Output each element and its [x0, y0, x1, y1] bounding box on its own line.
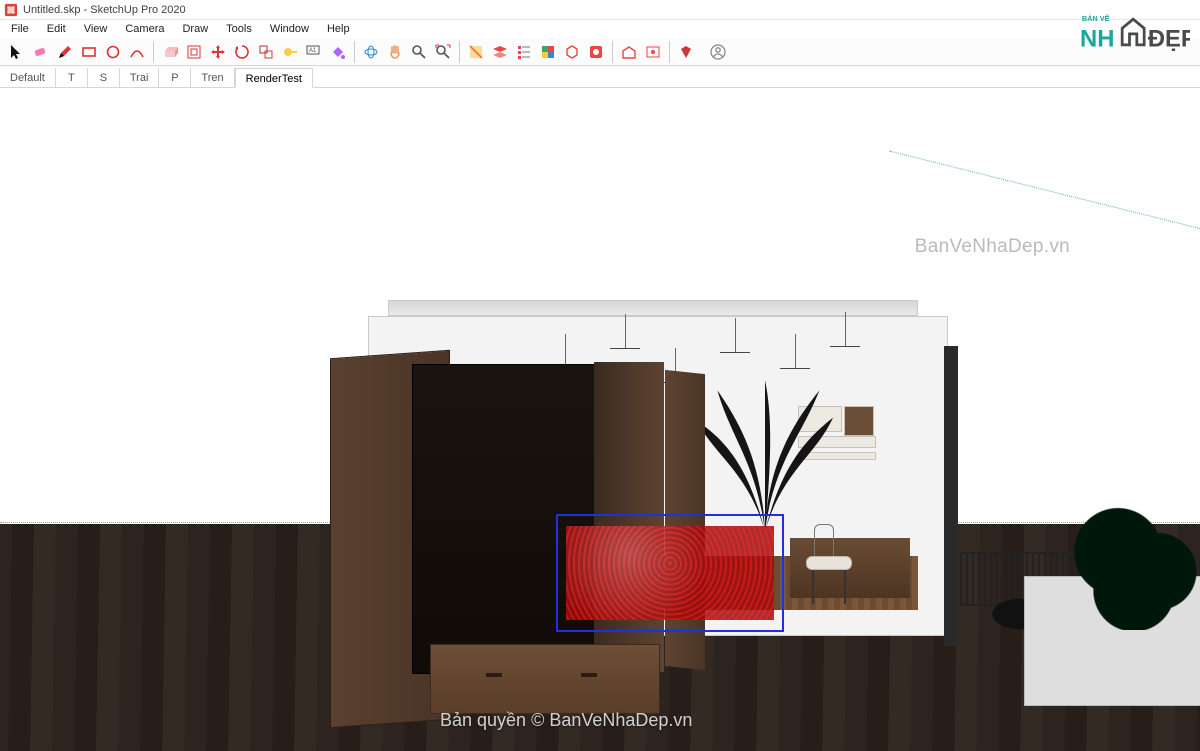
account-icon[interactable]	[707, 41, 729, 63]
green-axis	[889, 151, 1200, 229]
menu-bar: File Edit View Camera Draw Tools Window …	[0, 20, 1200, 38]
materials-icon[interactable]	[537, 41, 559, 63]
warehouse-icon[interactable]	[618, 41, 640, 63]
menu-edit[interactable]: Edit	[38, 23, 75, 35]
pan-tool-icon[interactable]	[384, 41, 406, 63]
selection-box	[556, 514, 784, 632]
rotate-tool-icon[interactable]	[231, 41, 253, 63]
watermark-copyright: Bản quyền © BanVeNhaDep.vn	[440, 710, 692, 731]
brand-logo: BẢN VẼ NH ĐẸP	[1080, 10, 1190, 56]
scene-tabs: Default T S Trai P Tren RenderTest	[0, 66, 1200, 88]
toolbar-separator	[459, 41, 460, 63]
scene-tab-tren[interactable]: Tren	[191, 67, 234, 87]
menu-camera[interactable]: Camera	[116, 23, 173, 35]
section-tool-icon[interactable]	[465, 41, 487, 63]
menu-help[interactable]: Help	[318, 23, 359, 35]
toolbar-separator	[612, 41, 613, 63]
zoom-tool-icon[interactable]	[408, 41, 430, 63]
styles-icon[interactable]	[585, 41, 607, 63]
menu-draw[interactable]: Draw	[173, 23, 217, 35]
rectangle-tool-icon[interactable]	[78, 41, 100, 63]
offset-tool-icon[interactable]	[183, 41, 205, 63]
watermark-url: BanVeNhaDep.vn	[915, 236, 1070, 258]
pencil-tool-icon[interactable]	[54, 41, 76, 63]
components-icon[interactable]	[561, 41, 583, 63]
layers-icon[interactable]	[489, 41, 511, 63]
eraser-tool-icon[interactable]	[30, 41, 52, 63]
main-toolbar: A1	[0, 38, 1200, 66]
ceiling-beam	[388, 300, 918, 316]
bed-selected	[560, 518, 780, 638]
model-viewport[interactable]: BanVeNhaDep.vn Bản quyền © BanVeNhaDep.v…	[0, 88, 1200, 751]
window-title: Untitled.skp - SketchUp Pro 2020	[23, 4, 186, 16]
app-icon	[4, 3, 18, 17]
toolbar-separator	[354, 41, 355, 63]
orbit-tool-icon[interactable]	[360, 41, 382, 63]
toolbar-separator	[669, 41, 670, 63]
tape-tool-icon[interactable]	[279, 41, 301, 63]
menu-tools[interactable]: Tools	[217, 23, 261, 35]
menu-window[interactable]: Window	[261, 23, 318, 35]
scale-tool-icon[interactable]	[255, 41, 277, 63]
move-tool-icon[interactable]	[207, 41, 229, 63]
select-tool-icon[interactable]	[6, 41, 28, 63]
desk-chair	[806, 524, 852, 604]
scene-tab-p[interactable]: P	[159, 67, 191, 87]
logo-right: ĐẸP	[1148, 26, 1190, 53]
scene-tab-trai[interactable]: Trai	[120, 67, 160, 87]
title-bar: Untitled.skp - SketchUp Pro 2020	[0, 0, 1200, 20]
pushpull-tool-icon[interactable]	[159, 41, 181, 63]
logo-left: NH	[1080, 26, 1114, 53]
ext-warehouse-icon[interactable]	[642, 41, 664, 63]
scene-tab-default[interactable]: Default	[0, 67, 56, 87]
logo-line1: BẢN VẼ	[1082, 14, 1110, 23]
svg-text:A1: A1	[309, 48, 317, 54]
ruby-icon[interactable]	[675, 41, 697, 63]
scene-tab-rendertest[interactable]: RenderTest	[235, 68, 313, 88]
circle-tool-icon[interactable]	[102, 41, 124, 63]
scene-tab-t[interactable]: T	[56, 67, 88, 87]
menu-file[interactable]: File	[2, 23, 38, 35]
column-right	[944, 346, 958, 646]
arc-tool-icon[interactable]	[126, 41, 148, 63]
zoom-extents-icon[interactable]	[432, 41, 454, 63]
outliner-icon[interactable]	[513, 41, 535, 63]
paint-tool-icon[interactable]	[327, 41, 349, 63]
low-cabinet	[430, 644, 660, 714]
toolbar-separator	[153, 41, 154, 63]
text-tool-icon[interactable]: A1	[303, 41, 325, 63]
outdoor-bush	[1054, 500, 1200, 630]
scene-tab-s[interactable]: S	[88, 67, 120, 87]
menu-view[interactable]: View	[75, 23, 117, 35]
